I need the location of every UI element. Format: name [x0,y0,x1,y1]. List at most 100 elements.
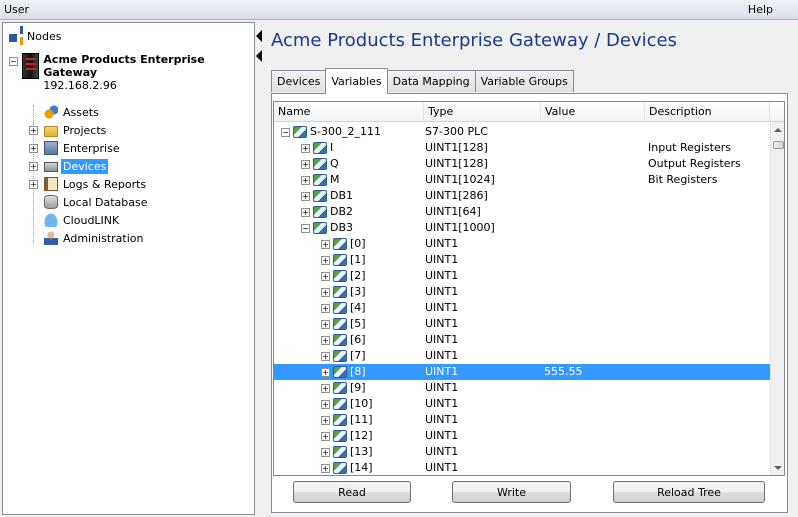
table-row[interactable]: + [13] UINT1 [274,444,770,460]
expand-icon[interactable]: + [301,143,310,153]
variable-type: UINT1[286] [425,189,488,202]
table-row[interactable]: + [9] UINT1 [274,380,770,396]
menu-help[interactable]: Help [748,3,773,16]
gateway-ip: 192.168.2.96 [43,79,117,92]
expand-icon[interactable]: + [321,239,330,249]
sidebar-item-local-database[interactable]: Local Database [29,193,150,211]
table-row[interactable]: − S-300_2_111 S7-300 PLC [274,124,770,140]
variable-type: UINT1 [425,365,459,378]
expand-icon[interactable]: + [321,335,330,345]
expand-icon[interactable]: + [321,287,330,297]
table-row[interactable]: + [5] UINT1 [274,316,770,332]
expand-icon[interactable]: + [321,431,330,441]
table-row[interactable]: + [3] UINT1 [274,284,770,300]
sidebar-item-devices[interactable]: + Devices [29,157,150,175]
expand-icon[interactable]: + [321,383,330,393]
collapse-left-icon[interactable] [256,50,262,62]
expand-icon[interactable]: + [301,159,310,169]
variable-type: UINT1 [425,397,459,410]
nodes-root[interactable]: Nodes [9,26,61,46]
cell-name: + [4] [274,300,424,316]
scroll-down-icon[interactable] [774,466,782,470]
table-row[interactable]: − DB3 UINT1[1000] [274,220,770,236]
table-row[interactable]: + DB2 UINT1[64] [274,204,770,220]
expand-icon[interactable]: + [29,161,38,171]
collapse-icon[interactable]: − [281,127,290,137]
table-row[interactable]: + [1] UINT1 [274,252,770,268]
table-row[interactable]: + [12] UINT1 [274,428,770,444]
column-header-type[interactable]: Type [424,102,541,122]
expand-icon[interactable]: + [321,463,330,473]
variable-type: UINT1 [425,349,459,362]
collapse-icon[interactable]: − [301,223,310,233]
variable-tag-icon [333,446,347,458]
expand-icon[interactable]: + [301,207,310,217]
table-row[interactable]: + [10] UINT1 [274,396,770,412]
cell-name: + [3] [274,284,424,300]
expand-icon[interactable]: + [29,125,38,135]
gateway-node[interactable]: − Acme Products Enterprise Gateway 192.1… [9,53,254,92]
sidebar-item-administration[interactable]: Administration [29,229,150,247]
table-row[interactable]: + [11] UINT1 [274,412,770,428]
menu-user[interactable]: User [4,3,29,16]
expand-icon[interactable]: + [321,255,330,265]
write-button[interactable]: Write [452,481,571,503]
expand-icon[interactable]: + [29,179,38,189]
column-header-name[interactable]: Name [274,102,424,122]
reload-tree-button[interactable]: Reload Tree [613,481,765,503]
sidebar-item-assets[interactable]: Assets [29,103,150,121]
scroll-thumb[interactable] [773,141,784,149]
expand-icon[interactable]: + [321,351,330,361]
table-row[interactable]: + [0] UINT1 [274,236,770,252]
expand-icon[interactable]: + [321,447,330,457]
variable-type: UINT1 [425,269,459,282]
server-icon [22,53,40,79]
column-header-value[interactable]: Value [541,102,645,122]
variable-name: [10] [350,397,373,410]
table-row[interactable]: + [4] UINT1 [274,300,770,316]
table-row[interactable]: + I UINT1[128] Input Registers [274,140,770,156]
cell-name: + [8] [274,364,424,380]
table-row[interactable]: + Q UINT1[128] Output Registers [274,156,770,172]
expand-icon[interactable]: + [301,175,310,185]
expand-icon[interactable]: + [301,191,310,201]
sidebar-item-cloudlink[interactable]: CloudLINK [29,211,150,229]
sidebar-item-enterprise[interactable]: + Enterprise [29,139,150,157]
collapse-left-icon[interactable] [256,30,262,42]
table-row[interactable]: + [8] UINT1 555.55 [274,364,770,380]
expand-icon[interactable]: + [321,303,330,313]
table-row[interactable]: + [7] UINT1 [274,348,770,364]
expand-icon[interactable]: + [321,367,330,377]
expand-icon[interactable]: + [321,319,330,329]
expand-icon[interactable]: + [321,415,330,425]
expand-icon[interactable]: + [321,271,330,281]
vertical-scrollbar[interactable] [770,122,784,475]
tab-variable-groups[interactable]: Variable Groups [474,70,574,92]
expand-icon[interactable]: + [321,399,330,409]
pane-splitter[interactable] [255,20,263,517]
tab-devices[interactable]: Devices [271,70,327,92]
scroll-up-icon[interactable] [774,128,782,132]
cell-name: + [5] [274,316,424,332]
database-icon [44,195,58,209]
tab-variables[interactable]: Variables [325,68,388,94]
cell-name: + [14] [274,460,424,475]
tab-data-mapping[interactable]: Data Mapping [386,70,476,92]
devices-icon [44,162,58,172]
sidebar-item-label: Administration [63,231,144,245]
cell-name: + I [274,140,424,156]
variable-type: S7-300 PLC [425,125,488,138]
variable-description: Input Registers [648,141,731,154]
sidebar-item-logs-reports[interactable]: + Logs & Reports [29,175,150,193]
table-row[interactable]: + [14] UINT1 [274,460,770,475]
variable-tag-icon [333,302,347,314]
table-row[interactable]: + [2] UINT1 [274,268,770,284]
expand-icon[interactable]: + [29,143,38,153]
table-row[interactable]: + M UINT1[1024] Bit Registers [274,172,770,188]
column-header-description[interactable]: Description [645,102,770,122]
sidebar-item-projects[interactable]: + Projects [29,121,150,139]
collapse-icon[interactable]: − [9,57,18,66]
table-row[interactable]: + [6] UINT1 [274,332,770,348]
table-row[interactable]: + DB1 UINT1[286] [274,188,770,204]
read-button[interactable]: Read [293,481,411,503]
